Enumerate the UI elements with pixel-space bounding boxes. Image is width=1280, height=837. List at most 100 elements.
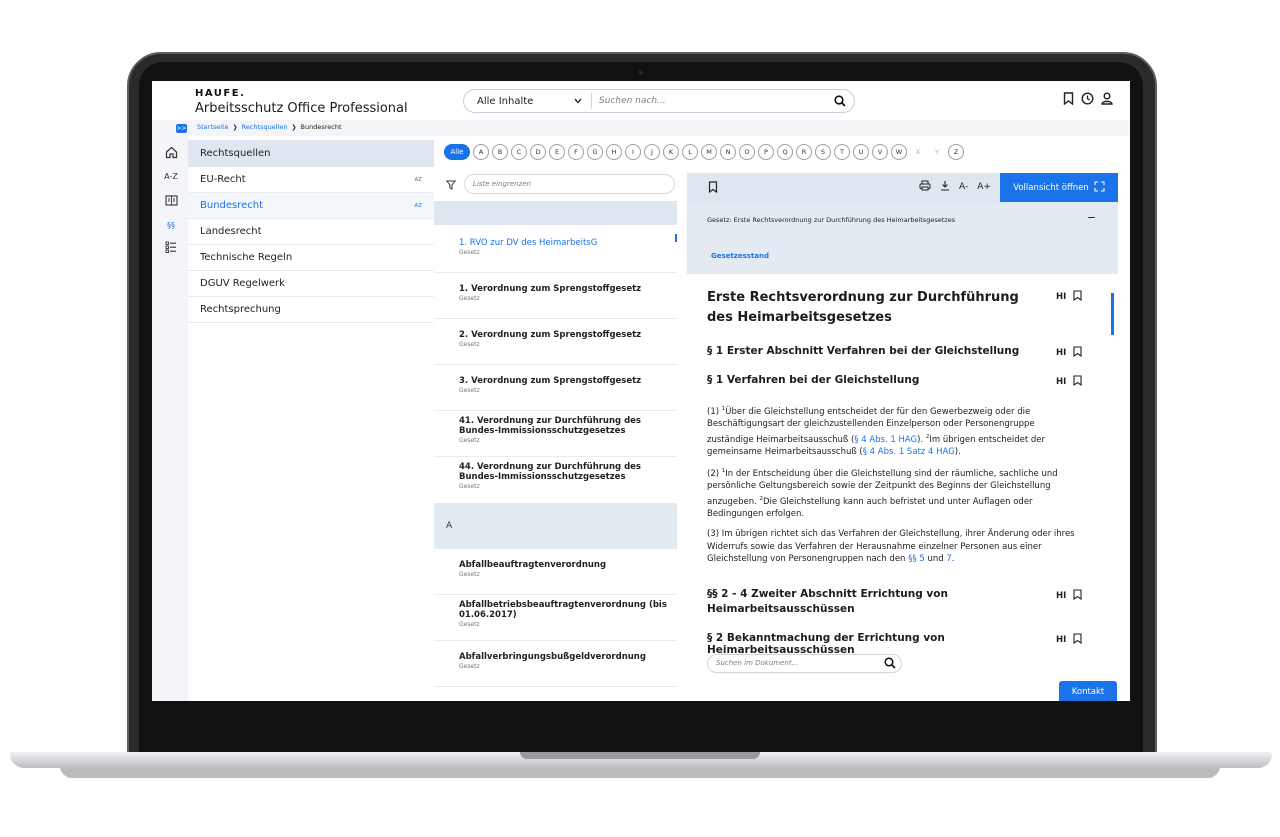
bookmark-icon[interactable] bbox=[1073, 346, 1082, 360]
letter-filter-e[interactable]: E bbox=[549, 144, 565, 160]
scope-dropdown[interactable]: Alle Inhalte bbox=[464, 96, 574, 107]
breadcrumb-bar: >> Startseite ❯ Rechtsquellen ❯ Bundesre… bbox=[152, 120, 1130, 136]
source-item-landesrecht[interactable]: Landesrecht bbox=[188, 219, 434, 245]
highlight-button[interactable]: HI bbox=[1056, 377, 1066, 387]
letter-filter-b[interactable]: B bbox=[492, 144, 508, 160]
list-item[interactable]: 44. Verordnung zur Durchführung des Bund… bbox=[434, 457, 677, 503]
list-item[interactable]: 3. Verordnung zum Sprengstoffgesetz Gese… bbox=[434, 365, 677, 411]
letter-filter-i[interactable]: I bbox=[625, 144, 641, 160]
haufe-logo[interactable]: HAUFE. bbox=[195, 88, 245, 99]
section-heading[interactable]: §§ 2 - 4 Zweiter Abschnitt Errichtung vo… bbox=[707, 587, 1007, 617]
bookmark-icon[interactable] bbox=[1073, 290, 1082, 304]
letter-filter-j[interactable]: J bbox=[644, 144, 660, 160]
letter-filter-l[interactable]: L bbox=[682, 144, 698, 160]
letter-filter-r[interactable]: R bbox=[796, 144, 812, 160]
list-item[interactable]: Abfallbetriebsbeauftragtenverordnung (bi… bbox=[434, 595, 677, 641]
rail-item-paragraphs[interactable]: §§ bbox=[163, 218, 179, 232]
law-status-link[interactable]: Gesetzesstand bbox=[711, 252, 769, 260]
subsection-heading[interactable]: § 1 Verfahren bei der Gleichstellung bbox=[707, 374, 1067, 386]
highlight-button[interactable]: HI bbox=[1056, 292, 1066, 302]
source-item-bundesrecht[interactable]: Bundesrecht AZ bbox=[188, 193, 434, 219]
search-icon[interactable] bbox=[884, 657, 896, 672]
font-smaller-button[interactable]: A- bbox=[959, 182, 968, 192]
source-item-eu-recht[interactable]: EU-Recht AZ bbox=[188, 167, 434, 193]
breadcrumb-rechtsquellen[interactable]: Rechtsquellen bbox=[242, 123, 288, 131]
app-screen: HAUFE. Arbeitsschutz Office Professional… bbox=[152, 81, 1130, 701]
letter-filter-x: X bbox=[915, 148, 921, 156]
book-icon[interactable] bbox=[163, 193, 179, 207]
document-scrollbar[interactable] bbox=[1111, 293, 1114, 335]
contact-button[interactable]: Kontakt bbox=[1059, 681, 1117, 701]
list-item[interactable]: Abfallverbringungsbußgeldverordnung Gese… bbox=[434, 641, 677, 687]
list-filter-input[interactable]: Liste eingrenzen bbox=[464, 174, 675, 194]
highlight-button[interactable]: HI bbox=[1056, 348, 1066, 358]
paragraph-text: ). bbox=[954, 447, 961, 458]
bookmark-icon[interactable] bbox=[1063, 92, 1074, 105]
document-search-input[interactable]: Suchen im Dokument... bbox=[707, 654, 902, 673]
document-toolbar: A- A+ Vollansicht öffnen bbox=[687, 173, 1118, 202]
chevron-down-icon[interactable] bbox=[574, 97, 588, 106]
bookmark-icon[interactable] bbox=[708, 181, 718, 196]
breadcrumb: Startseite ❯ Rechtsquellen ❯ Bundesrecht bbox=[197, 123, 342, 131]
list-item[interactable]: Abfallbeauftragtenverordnung Gesetz bbox=[434, 549, 677, 595]
list-item[interactable]: 41. Verordnung zur Durchführung des Bund… bbox=[434, 411, 677, 457]
collapse-law-button[interactable]: − bbox=[1087, 211, 1096, 224]
letter-filter-s[interactable]: S bbox=[815, 144, 831, 160]
chevron-right-icon: ❯ bbox=[232, 123, 238, 131]
app-header: HAUFE. Arbeitsschutz Office Professional… bbox=[152, 81, 1130, 120]
highlight-button[interactable]: HI bbox=[1056, 591, 1066, 601]
list-icon[interactable] bbox=[163, 240, 179, 254]
search-input[interactable]: Suchen nach... bbox=[599, 96, 826, 106]
home-icon[interactable] bbox=[163, 145, 179, 159]
global-search-bar: Alle Inhalte Suchen nach... bbox=[463, 89, 855, 113]
search-icon[interactable] bbox=[826, 95, 854, 107]
bookmark-icon[interactable] bbox=[1073, 633, 1082, 647]
list-item[interactable]: 1. RVO zur DV des HeimarbeitsG Gesetz bbox=[434, 227, 677, 273]
letter-filter-q[interactable]: Q bbox=[777, 144, 793, 160]
letter-filter-g[interactable]: G bbox=[587, 144, 603, 160]
download-icon[interactable] bbox=[940, 180, 950, 194]
source-az-badge[interactable]: AZ bbox=[414, 167, 422, 193]
letter-filter-u[interactable]: U bbox=[853, 144, 869, 160]
list-item[interactable]: 2. Verordnung zum Sprengstoffgesetz Gese… bbox=[434, 319, 677, 365]
rail-item-az[interactable]: A-Z bbox=[163, 169, 179, 183]
letter-filter-n[interactable]: N bbox=[720, 144, 736, 160]
source-item-rechtsprechung[interactable]: Rechtsprechung bbox=[188, 297, 434, 323]
filter-funnel-icon[interactable] bbox=[445, 180, 457, 193]
section-heading[interactable]: § 1 Erster Abschnitt Verfahren bei der G… bbox=[707, 345, 1067, 357]
letter-filter-f[interactable]: F bbox=[568, 144, 584, 160]
user-account-icon[interactable] bbox=[1101, 92, 1113, 105]
letter-filter-p[interactable]: P bbox=[758, 144, 774, 160]
law-reference-link[interactable]: § 4 Abs. 1 HAG bbox=[854, 435, 917, 445]
breadcrumb-home[interactable]: Startseite bbox=[197, 123, 229, 131]
letter-filter-d[interactable]: D bbox=[530, 144, 546, 160]
letter-filter-h[interactable]: H bbox=[606, 144, 622, 160]
letter-filter-t[interactable]: T bbox=[834, 144, 850, 160]
letter-filter-z[interactable]: Z bbox=[948, 144, 964, 160]
letter-filter-c[interactable]: C bbox=[511, 144, 527, 160]
history-clock-icon[interactable] bbox=[1081, 92, 1094, 105]
letter-filter-o[interactable]: O bbox=[739, 144, 755, 160]
letter-filter-v[interactable]: V bbox=[872, 144, 888, 160]
law-reference-link[interactable]: § 4 Abs. 1 Satz 4 HAG bbox=[863, 447, 955, 457]
source-item-dguv-regelwerk[interactable]: DGUV Regelwerk bbox=[188, 271, 434, 297]
letter-filter-all[interactable]: Alle bbox=[444, 144, 470, 160]
letter-filter-w[interactable]: W bbox=[891, 144, 907, 160]
bookmark-icon[interactable] bbox=[1073, 375, 1082, 389]
sidebar-toggle-button[interactable]: >> bbox=[176, 124, 187, 133]
bookmark-icon[interactable] bbox=[1073, 589, 1082, 603]
camera-dot bbox=[638, 70, 643, 75]
law-reference-link[interactable]: §§ 5 bbox=[908, 554, 925, 564]
fullview-button[interactable]: Vollansicht öffnen bbox=[1000, 173, 1118, 202]
letter-filter-m[interactable]: M bbox=[701, 144, 717, 160]
subsection-heading[interactable]: § 2 Bekanntmachung der Errichtung von He… bbox=[707, 632, 1052, 656]
font-larger-button[interactable]: A+ bbox=[977, 182, 991, 192]
highlight-button[interactable]: HI bbox=[1056, 635, 1066, 645]
list-item[interactable]: 1. Verordnung zum Sprengstoffgesetz Gese… bbox=[434, 273, 677, 319]
letter-filter-k[interactable]: K bbox=[663, 144, 679, 160]
source-az-badge[interactable]: AZ bbox=[414, 193, 422, 219]
source-item-technische-regeln[interactable]: Technische Regeln bbox=[188, 245, 434, 271]
list-header-band bbox=[434, 201, 677, 225]
print-icon[interactable] bbox=[919, 180, 931, 194]
letter-filter-a[interactable]: A bbox=[473, 144, 489, 160]
